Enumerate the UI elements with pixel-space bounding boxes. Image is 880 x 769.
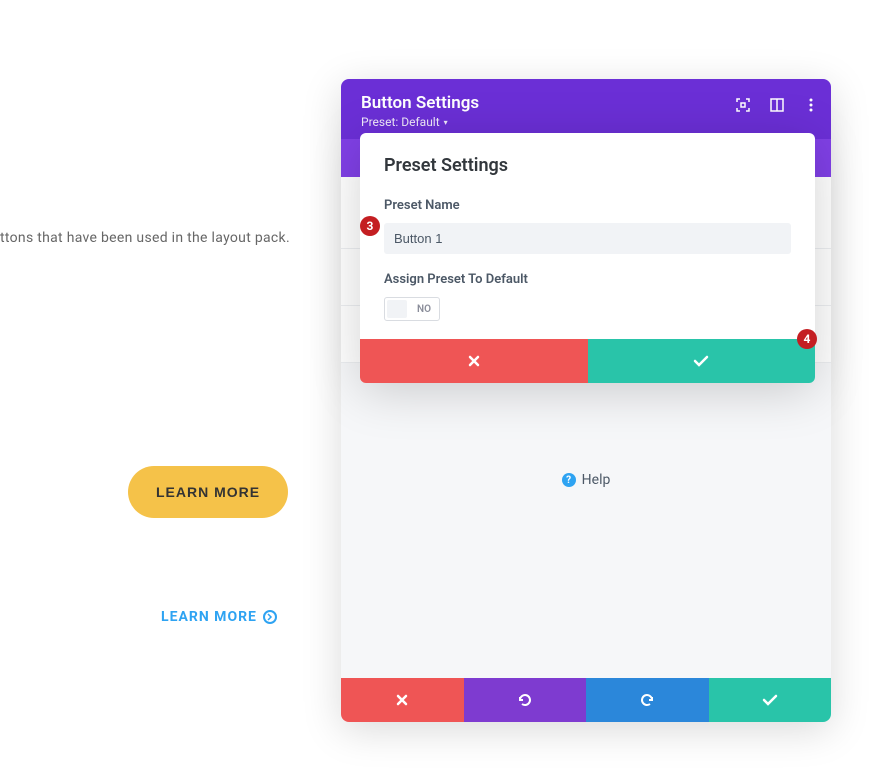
close-icon	[395, 693, 409, 707]
help-label: Help	[582, 472, 611, 488]
cancel-button[interactable]	[341, 678, 464, 722]
assign-default-label: Assign Preset To Default	[384, 272, 791, 287]
preset-popup-title: Preset Settings	[384, 155, 791, 176]
more-vertical-icon[interactable]	[803, 97, 819, 113]
undo-button[interactable]	[464, 678, 587, 722]
panel-layout-icon[interactable]	[769, 97, 785, 113]
annotation-badge-4: 4	[797, 329, 817, 349]
modal-footer	[341, 678, 831, 722]
toggle-knob	[387, 300, 407, 318]
help-icon: ?	[562, 473, 576, 487]
preset-confirm-button[interactable]	[588, 339, 816, 383]
annotation-badge-3: 3	[360, 216, 380, 236]
learn-more-link-blue[interactable]: LEARN MORE	[161, 609, 277, 625]
check-icon	[762, 694, 778, 706]
preset-popup-footer	[360, 339, 815, 383]
undo-icon	[517, 692, 533, 708]
save-button[interactable]	[709, 678, 832, 722]
check-icon	[693, 355, 709, 367]
preset-settings-popup: Preset Settings Preset Name Assign Prese…	[360, 133, 815, 383]
close-icon	[467, 354, 481, 368]
preset-name-label: Preset Name	[384, 198, 791, 213]
help-link[interactable]: ? Help	[341, 472, 831, 488]
chevron-right-circle-icon	[263, 610, 277, 624]
modal-header: Button Settings Preset: Default ▾	[341, 79, 831, 139]
preset-dropdown[interactable]: Preset: Default ▾	[361, 115, 811, 129]
chevron-down-icon: ▾	[444, 118, 448, 127]
preset-cancel-button[interactable]	[360, 339, 588, 383]
redo-button[interactable]	[586, 678, 709, 722]
preset-name-input[interactable]	[384, 223, 791, 254]
page-body-text: ttons that have been used in the layout …	[0, 230, 290, 246]
toggle-value: NO	[417, 304, 431, 315]
assign-default-toggle[interactable]: NO	[384, 297, 440, 321]
preset-dropdown-label: Preset: Default	[361, 115, 440, 129]
learn-more-link-label: LEARN MORE	[161, 609, 257, 625]
redo-icon	[639, 692, 655, 708]
learn-more-button-yellow[interactable]: LEARN MORE	[128, 466, 288, 518]
expand-icon[interactable]	[735, 97, 751, 113]
